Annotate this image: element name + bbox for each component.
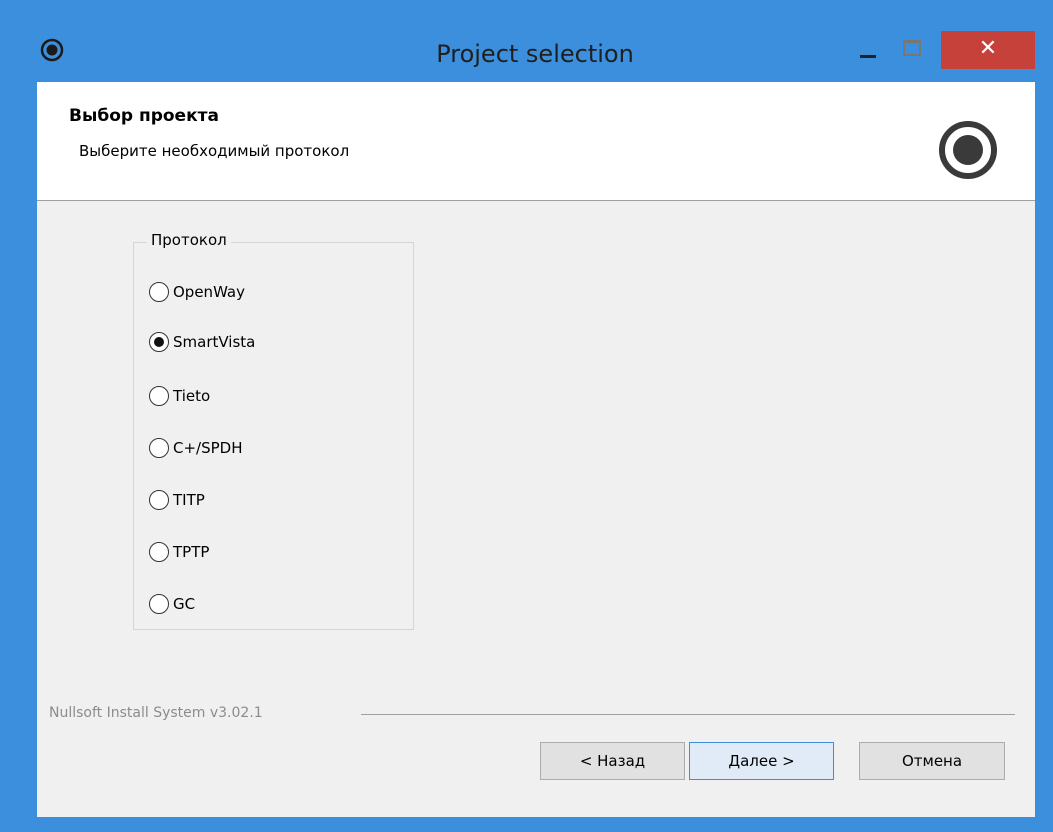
radio-option-gc[interactable]: GC	[149, 592, 195, 616]
radio-label: TPTP	[173, 543, 210, 561]
radio-button[interactable]	[149, 490, 169, 510]
radio-button-selected[interactable]	[149, 332, 169, 352]
radio-button[interactable]	[149, 386, 169, 406]
back-button[interactable]: < Назад	[540, 742, 685, 780]
page-header: Выбор проекта Выберите необходимый прото…	[37, 82, 1035, 201]
radio-button[interactable]	[149, 438, 169, 458]
maximize-button[interactable]	[893, 30, 929, 70]
radio-label: Tieto	[173, 387, 211, 405]
installer-window: Project selection ✕ Выбор проекта Выбери…	[0, 0, 1053, 832]
radio-button[interactable]	[149, 542, 169, 562]
radio-option-tptp[interactable]: TPTP	[149, 540, 209, 564]
radio-label: GC	[173, 595, 196, 613]
radio-label: OpenWay	[173, 283, 246, 301]
title-bar[interactable]: Project selection ✕	[0, 0, 1053, 82]
protocol-group-legend: Протокол	[147, 231, 231, 249]
radio-label: C+/SPDH	[173, 439, 243, 457]
radio-label: TITP	[173, 491, 205, 509]
radio-target-icon	[939, 121, 997, 179]
installer-branding: Nullsoft Install System v3.02.1	[49, 705, 263, 721]
close-button[interactable]: ✕	[941, 31, 1035, 69]
minimize-button[interactable]	[850, 30, 886, 70]
radio-label: SmartVista	[173, 333, 256, 351]
branding-divider	[361, 714, 1015, 715]
radio-option-smartvista[interactable]: SmartVista	[149, 330, 255, 354]
page-title: Выбор проекта	[69, 106, 219, 126]
cancel-button[interactable]: Отмена	[859, 742, 1005, 780]
radio-option-titp[interactable]: TITP	[149, 488, 205, 512]
next-button[interactable]: Далее >	[689, 742, 834, 780]
dialog-client-area: Выбор проекта Выберите необходимый прото…	[37, 82, 1035, 817]
page-subtitle: Выберите необходимый протокол	[79, 142, 350, 160]
radio-option-openway[interactable]: OpenWay	[149, 280, 245, 304]
radio-option-cplus-spdh[interactable]: C+/SPDH	[149, 436, 243, 460]
radio-button[interactable]	[149, 282, 169, 302]
radio-option-tieto[interactable]: Tieto	[149, 384, 210, 408]
radio-button[interactable]	[149, 594, 169, 614]
